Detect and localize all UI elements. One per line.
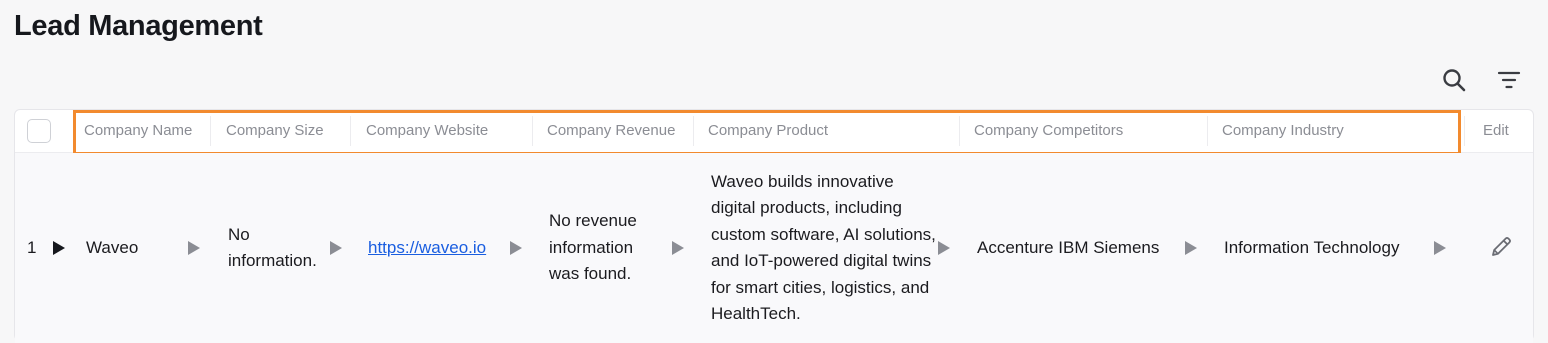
row-index: 1 [27,237,37,257]
column-header-company-revenue[interactable]: Company Revenue [547,110,692,152]
column-header-company-competitors[interactable]: Company Competitors [974,110,1194,152]
cell-company-name: Waveo [86,237,139,257]
cell-expand-icon[interactable] [1434,241,1446,255]
row-expand-icon[interactable] [53,241,65,255]
cell-expand-icon[interactable] [330,241,342,255]
column-header-company-name[interactable]: Company Name [84,110,209,152]
select-all-checkbox[interactable] [27,119,51,143]
company-website-link[interactable]: https://waveo.io [368,235,486,262]
column-header-edit: Edit [1483,122,1509,139]
cell-company-size: No information. [228,224,317,271]
column-header-company-size[interactable]: Company Size [226,110,346,152]
cell-company-revenue: No revenue information was found. [549,211,637,284]
page-title: Lead Management [14,10,263,42]
column-header-company-website[interactable]: Company Website [366,110,526,152]
cell-company-industry: Information Technology [1224,237,1400,257]
cell-expand-icon[interactable] [510,241,522,255]
column-header-company-product[interactable]: Company Product [708,110,948,152]
cell-company-competitors: Accenture IBM Siemens [977,237,1160,257]
search-icon[interactable] [1440,66,1468,94]
table-header: Company Name Company Size Company Websit… [15,110,1533,155]
cell-expand-icon[interactable] [188,241,200,255]
pencil-icon[interactable] [1487,233,1515,261]
cell-expand-icon[interactable] [938,241,950,255]
cell-expand-icon[interactable] [672,241,684,255]
column-header-company-industry[interactable]: Company Industry [1222,110,1442,152]
filter-icon[interactable] [1495,66,1523,94]
table-row: 1 Waveo No information. https://waveo.io… [15,153,1533,343]
cell-company-product: Waveo builds innovative digital products… [711,171,936,324]
cell-expand-icon[interactable] [1185,241,1197,255]
leads-table: Company Name Company Size Company Websit… [14,109,1534,343]
